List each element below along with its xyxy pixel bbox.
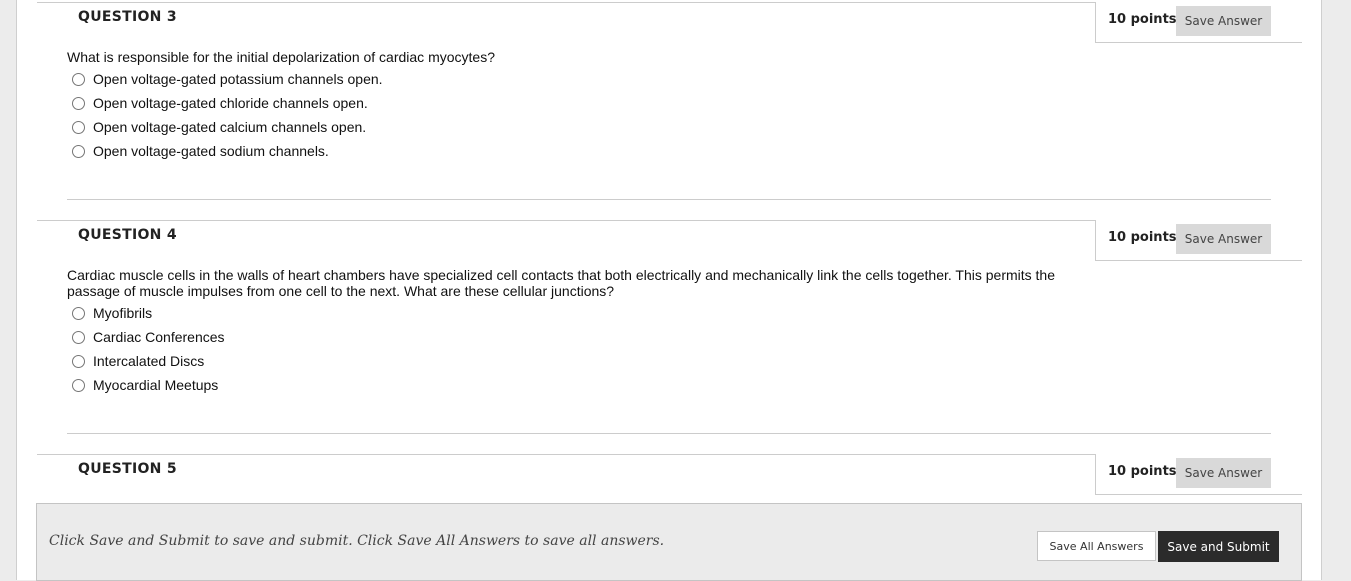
points-label: 10 points <box>1108 464 1177 479</box>
radio-button[interactable] <box>72 72 85 86</box>
submit-footer: Click Save and Submit to save and submit… <box>36 503 1302 581</box>
points-box: 10 points Save Answer <box>1095 454 1302 495</box>
option-label: Open voltage-gated sodium channels. <box>93 143 329 159</box>
option-label: Myofibrils <box>93 305 153 321</box>
test-page: QUESTION 3 10 points Save Answer What is… <box>16 0 1322 580</box>
radio-button[interactable] <box>72 306 85 320</box>
question-title: QUESTION 4 <box>78 227 177 243</box>
option-label: Open voltage-gated calcium channels open… <box>93 119 367 135</box>
option-label: Open voltage-gated chloride channels ope… <box>93 95 368 111</box>
answer-option[interactable]: Cardiac Conferences <box>72 327 225 347</box>
option-label: Intercalated Discs <box>93 353 205 369</box>
points-label: 10 points <box>1108 12 1177 27</box>
points-box: 10 points Save Answer <box>1095 2 1302 43</box>
question-text: What is responsible for the initial depo… <box>67 49 495 65</box>
radio-button[interactable] <box>72 96 85 110</box>
answer-option[interactable]: Open voltage-gated sodium channels. <box>72 141 329 161</box>
answer-option[interactable]: Myocardial Meetups <box>72 375 218 395</box>
option-label: Cardiac Conferences <box>93 329 225 345</box>
save-answer-button[interactable]: Save Answer <box>1176 6 1271 36</box>
radio-button[interactable] <box>72 144 85 158</box>
save-answer-button[interactable]: Save Answer <box>1176 224 1271 254</box>
question-text: Cardiac muscle cells in the walls of hea… <box>67 267 1067 299</box>
question-text-line: passage of muscle impulses from one cell… <box>67 283 615 299</box>
question-divider <box>67 199 1271 200</box>
save-all-answers-button[interactable]: Save All Answers <box>1037 531 1156 561</box>
option-label: Open voltage-gated potassium channels op… <box>93 71 383 87</box>
radio-button[interactable] <box>72 354 85 368</box>
radio-button[interactable] <box>72 120 85 134</box>
footer-instructions: Click Save and Submit to save and submit… <box>49 533 665 549</box>
save-and-submit-button[interactable]: Save and Submit <box>1158 531 1279 562</box>
question-divider <box>67 433 1271 434</box>
answer-option[interactable]: Open voltage-gated potassium channels op… <box>72 69 383 89</box>
question-title: QUESTION 5 <box>78 461 177 477</box>
save-answer-button[interactable]: Save Answer <box>1176 458 1271 488</box>
question-text-line: Cardiac muscle cells in the walls of hea… <box>67 267 1055 283</box>
radio-button[interactable] <box>72 330 85 344</box>
question-title: QUESTION 3 <box>78 9 177 25</box>
radio-button[interactable] <box>72 378 85 392</box>
question-4: QUESTION 4 10 points Save Answer Cardiac… <box>37 220 1302 455</box>
answer-option[interactable]: Open voltage-gated calcium channels open… <box>72 117 366 137</box>
option-label: Myocardial Meetups <box>93 377 219 393</box>
answer-option[interactable]: Intercalated Discs <box>72 351 204 371</box>
answer-option[interactable]: Open voltage-gated chloride channels ope… <box>72 93 368 113</box>
question-3: QUESTION 3 10 points Save Answer What is… <box>37 2 1302 221</box>
answer-option[interactable]: Myofibrils <box>72 303 152 323</box>
points-label: 10 points <box>1108 230 1177 245</box>
points-box: 10 points Save Answer <box>1095 220 1302 261</box>
